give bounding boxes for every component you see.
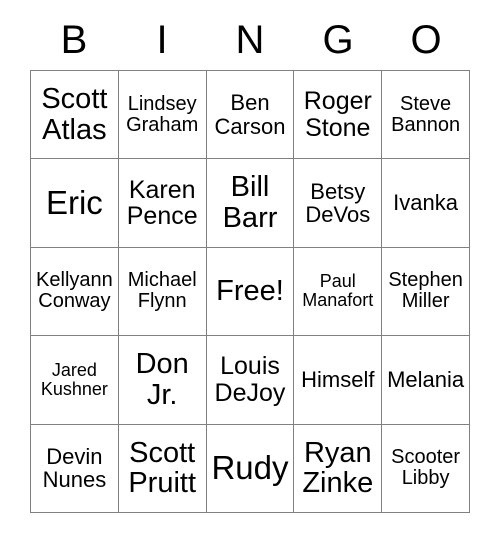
- bingo-cell-label: Himself: [301, 367, 375, 393]
- bingo-cell-r2c1[interactable]: Eric: [31, 159, 119, 248]
- bingo-cell-r4c3[interactable]: Louis DeJoy: [206, 336, 295, 425]
- bingo-cell-label: Betsy DeVos: [305, 178, 371, 228]
- bingo-cell-label: Stephen Miller: [388, 269, 463, 313]
- bingo-cell-label: Scooter Libby: [391, 446, 461, 490]
- bingo-cell-label: Bill Barr: [222, 171, 278, 235]
- bingo-cell-r4c2[interactable]: Don Jr.: [118, 336, 207, 425]
- bingo-cell-label: Devin Nunes: [42, 443, 107, 493]
- bingo-cell-r1c4[interactable]: Roger Stone: [294, 71, 383, 160]
- bingo-cell-r3c3[interactable]: Free!: [206, 247, 295, 337]
- bingo-header-letter-g: G: [322, 18, 354, 62]
- bingo-cell-label: Kellyann Conway: [36, 269, 113, 313]
- bingo-cell-label: Louis DeJoy: [214, 352, 286, 407]
- bingo-header-letter-i: I: [156, 18, 168, 62]
- bingo-cell-r5c5[interactable]: Scooter Libby: [382, 424, 470, 513]
- bingo-cell-r5c2[interactable]: Scott Pruitt: [118, 424, 207, 513]
- bingo-cell-r3c2[interactable]: Michael Flynn: [118, 247, 207, 337]
- bingo-header-letter-o: O: [410, 18, 442, 62]
- bingo-cell-label: Jared Kushner: [40, 359, 108, 399]
- bingo-cell-label: Rudy: [211, 448, 289, 486]
- bingo-cell-r4c4[interactable]: Himself: [294, 336, 383, 425]
- bingo-cell-label: Scott Pruitt: [128, 436, 197, 500]
- bingo-cell-label: Michael Flynn: [127, 269, 197, 313]
- bingo-cell-r3c4[interactable]: Paul Manafort: [294, 247, 383, 337]
- bingo-cell-label: Roger Stone: [303, 87, 372, 142]
- bingo-cell-label: Melania: [387, 367, 465, 393]
- bingo-header-letter-b: B: [60, 18, 88, 62]
- bingo-cell-r1c5[interactable]: Steve Bannon: [382, 71, 470, 160]
- bingo-cell-r1c2[interactable]: Lindsey Graham: [118, 71, 207, 160]
- bingo-cell-label: Lindsey Graham: [126, 92, 199, 136]
- bingo-cell-r3c5[interactable]: Stephen Miller: [382, 247, 470, 337]
- bingo-cell-r2c5[interactable]: Ivanka: [382, 159, 470, 248]
- bingo-cell-r2c4[interactable]: Betsy DeVos: [294, 159, 383, 248]
- bingo-cell-r4c1[interactable]: Jared Kushner: [31, 336, 119, 425]
- bingo-cell-label: Eric: [45, 183, 103, 221]
- bingo-cell-r1c3[interactable]: Ben Carson: [206, 71, 295, 160]
- bingo-cell-r5c4[interactable]: Ryan Zinke: [294, 424, 383, 513]
- bingo-cell-r2c3[interactable]: Bill Barr: [206, 159, 295, 248]
- bingo-cell-label: Don Jr.: [135, 348, 189, 411]
- bingo-cell-r5c3[interactable]: Rudy: [206, 424, 295, 513]
- bingo-cell-r1c1[interactable]: Scott Atlas: [31, 71, 119, 160]
- bingo-cell-r4c5[interactable]: Melania: [382, 336, 470, 425]
- bingo-grid: Scott Atlas Lindsey Graham Ben Carson Roger…: [30, 70, 470, 513]
- bingo-header-letter-n: N: [235, 18, 265, 62]
- bingo-cell-label: Karen Pence: [126, 175, 198, 231]
- bingo-header-row: B I N G O: [30, 14, 470, 66]
- bingo-cell-r2c2[interactable]: Karen Pence: [118, 159, 207, 248]
- bingo-cell-label: Ivanka: [393, 190, 458, 216]
- bingo-cell-r5c1[interactable]: Devin Nunes: [31, 424, 119, 513]
- bingo-cell-label: Steve Bannon: [391, 92, 461, 136]
- bingo-cell-label: Ryan Zinke: [302, 436, 374, 500]
- bingo-cell-label: Scott Atlas: [41, 82, 108, 146]
- bingo-cell-label: Paul Manafort: [302, 271, 374, 311]
- bingo-cell-label: Free!: [216, 275, 284, 308]
- bingo-card: B I N G O Scott Atlas Lindsey Graham Ben C…: [0, 0, 500, 544]
- bingo-cell-r3c1[interactable]: Kellyann Conway: [31, 247, 119, 337]
- bingo-cell-label: Ben Carson: [214, 90, 286, 139]
